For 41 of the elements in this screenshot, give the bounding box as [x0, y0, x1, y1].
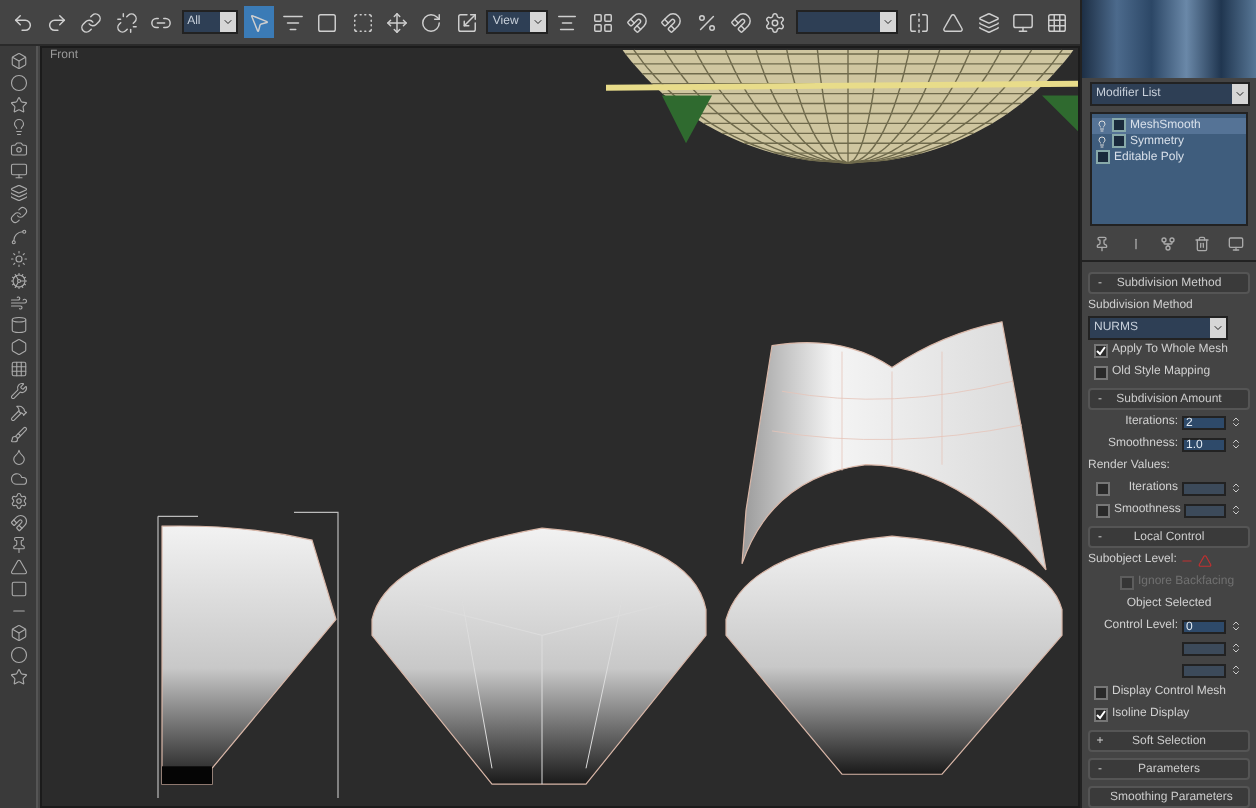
wind-icon[interactable]: [9, 294, 27, 312]
link-icon[interactable]: [9, 206, 27, 224]
sphere-icon[interactable]: [9, 74, 27, 92]
lightbulb-icon[interactable]: [1096, 119, 1108, 132]
fork-icon[interactable]: [1160, 236, 1177, 252]
box-icon[interactable]: [9, 52, 27, 70]
spinner-field[interactable]: [1182, 481, 1226, 495]
named-selection-dropdown[interactable]: [795, 10, 899, 34]
pin-icon[interactable]: [9, 536, 27, 554]
cylinder-icon[interactable]: [9, 316, 27, 334]
checkbox[interactable]: [1094, 365, 1108, 379]
sun-icon[interactable]: [9, 250, 27, 268]
circle-icon[interactable]: [9, 646, 27, 664]
checkbox[interactable]: [1094, 707, 1108, 721]
star-icon[interactable]: [9, 96, 27, 114]
brush-icon[interactable]: [9, 426, 27, 444]
monitor-icon[interactable]: [9, 162, 27, 180]
settings-icon[interactable]: [9, 492, 27, 510]
triangle-icon[interactable]: [9, 558, 27, 576]
hammer-icon[interactable]: [9, 404, 27, 422]
square-icon[interactable]: [9, 580, 27, 598]
pin-icon[interactable]: [1094, 236, 1111, 252]
checkbox[interactable]: [1094, 343, 1108, 357]
spline-icon[interactable]: [9, 228, 27, 246]
cube-icon[interactable]: [9, 624, 27, 642]
trash-icon[interactable]: [1194, 236, 1211, 252]
star-outline-icon[interactable]: [9, 668, 27, 686]
lightbulb-icon[interactable]: [1096, 135, 1108, 148]
hexagon-icon[interactable]: [9, 338, 27, 356]
spinner-field[interactable]: [1184, 503, 1226, 517]
grid-icon[interactable]: [9, 360, 27, 378]
checkbox[interactable]: [1096, 503, 1110, 517]
gear-icon[interactable]: [9, 272, 27, 290]
droplet-icon[interactable]: [9, 448, 27, 466]
wrench-icon[interactable]: [9, 382, 27, 400]
checkbox[interactable]: [1096, 481, 1110, 495]
magnet-icon[interactable]: [9, 514, 27, 532]
checkbox[interactable]: [1094, 685, 1108, 699]
cloud-icon[interactable]: [9, 470, 27, 488]
layers-icon[interactable]: [9, 184, 27, 202]
camera-icon[interactable]: [9, 140, 27, 158]
